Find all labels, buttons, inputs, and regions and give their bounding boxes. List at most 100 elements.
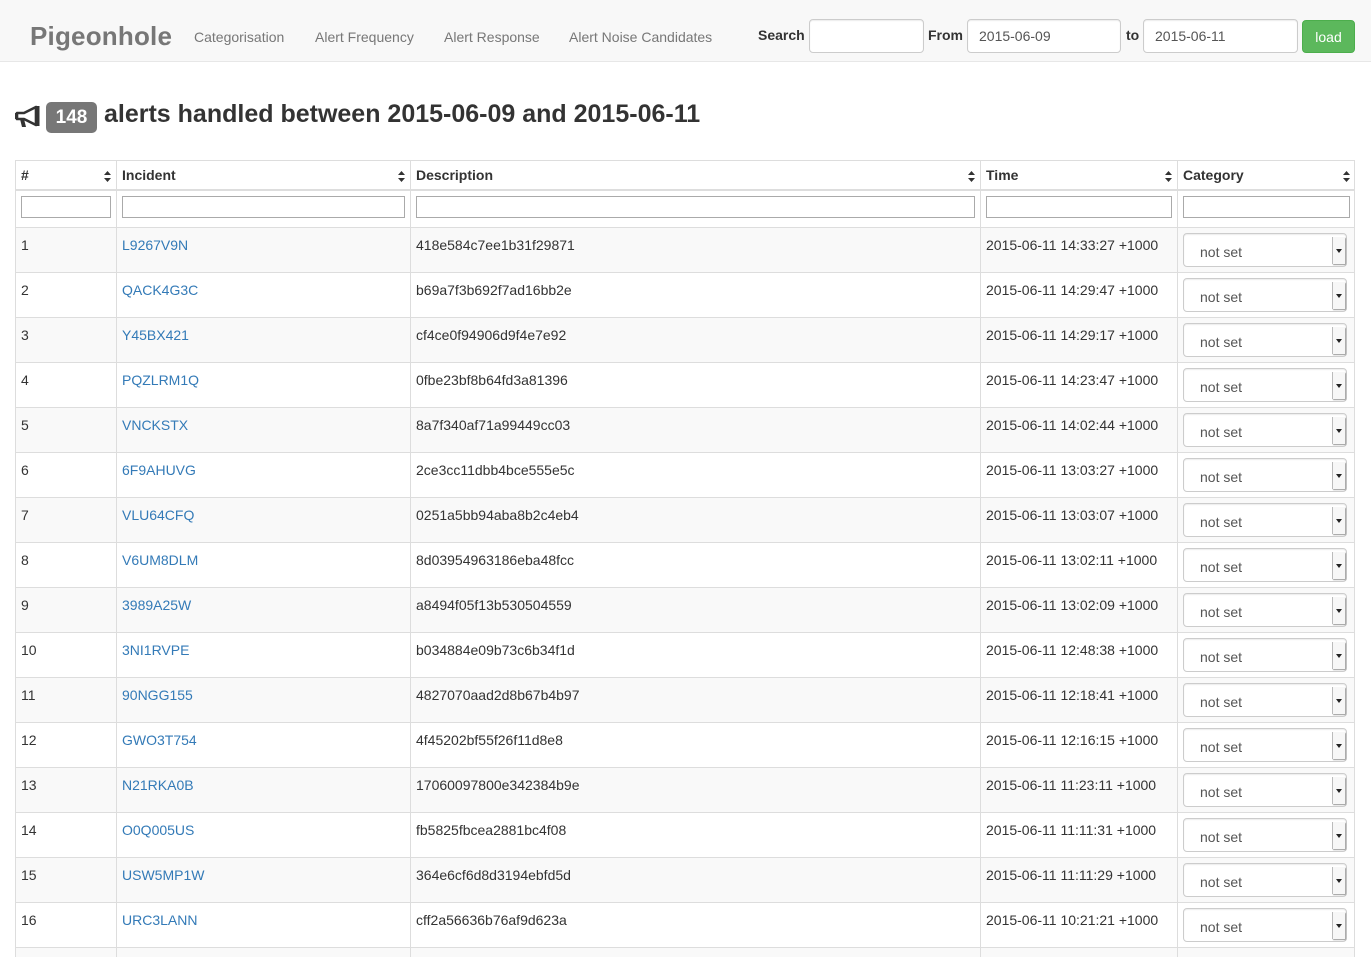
load-button[interactable]: load (1302, 20, 1355, 53)
incident-cell: PQZLRM1Q (117, 363, 411, 408)
from-date-input[interactable] (967, 19, 1121, 53)
category-select[interactable]: not set (1183, 638, 1347, 672)
column-header-label: Category (1183, 167, 1244, 183)
column-header-incident[interactable]: Incident (117, 161, 411, 191)
sort-icon (1165, 171, 1172, 182)
filter-incident-input[interactable] (122, 196, 405, 218)
navbar: Pigeonhole Categorisation Alert Frequenc… (0, 0, 1371, 62)
to-date-input[interactable] (1143, 19, 1298, 53)
row-number: 1 (16, 228, 117, 273)
category-select[interactable]: not set (1183, 323, 1347, 357)
incident-link[interactable]: PQZLRM1Q (122, 372, 199, 388)
description-cell: b034884e09b73c6b34f1d (411, 633, 981, 678)
column-header-label: # (21, 167, 29, 183)
incident-link[interactable]: Y45BX421 (122, 327, 189, 343)
column-header-description[interactable]: Description (411, 161, 981, 191)
description-cell (411, 948, 981, 957)
row-number: 4 (16, 363, 117, 408)
page-title: alerts handled between 2015-06-09 and 20… (104, 100, 701, 128)
category-cell: not set (1178, 408, 1354, 453)
row-number: 6 (16, 453, 117, 498)
category-select[interactable]: not set (1183, 278, 1347, 312)
row-number: 15 (16, 858, 117, 903)
category-select-value: not set (1200, 604, 1243, 620)
chevron-down-icon (1332, 417, 1345, 444)
category-select-value: not set (1200, 559, 1243, 575)
incident-link[interactable]: 3NI1RVPE (122, 642, 189, 658)
nav-link-alert-response[interactable]: Alert Response (444, 29, 540, 45)
incident-link[interactable]: GWO3T754 (122, 732, 197, 748)
incident-link[interactable]: 90NGG155 (122, 687, 193, 703)
table-row: 6 6F9AHUVG 2ce3cc11dbb4bce555e5c 2015-06-11… (16, 452, 1354, 498)
table-row: 14 O0Q005US fb5825fbcea2881bc4f08 2015-06-1… (16, 812, 1354, 858)
time-cell (981, 948, 1178, 957)
category-select[interactable]: not set (1183, 818, 1347, 852)
row-number (16, 948, 117, 957)
category-select[interactable]: not set (1183, 413, 1347, 447)
filter-cell (981, 191, 1178, 227)
category-cell: not set (1178, 858, 1354, 903)
category-select[interactable]: not set (1183, 773, 1347, 807)
incident-link[interactable]: URC3LANN (122, 912, 197, 928)
nav-link-categorisation[interactable]: Categorisation (194, 29, 284, 45)
table-row: 16 URC3LANN cff2a56636b76af9d623a 2015-06-1… (16, 902, 1354, 948)
incident-link[interactable]: V6UM8DLM (122, 552, 198, 568)
incident-link[interactable]: L9267V9N (122, 237, 188, 253)
incident-link[interactable]: USW5MP1W (122, 867, 204, 883)
incident-link[interactable]: O0Q005US (122, 822, 194, 838)
chevron-down-icon (1332, 237, 1345, 264)
category-select-value: not set (1200, 244, 1243, 260)
category-select[interactable]: not set (1183, 548, 1347, 582)
incident-link[interactable]: VLU64CFQ (122, 507, 194, 523)
incident-link[interactable]: 6F9AHUVG (122, 462, 196, 478)
column-header-category[interactable]: Category (1178, 161, 1354, 191)
category-select[interactable]: not set (1183, 233, 1347, 267)
table-row: 4 PQZLRM1Q 0fbe23bf8b64fd3a81396 2015-06-11… (16, 362, 1354, 408)
category-select-value: not set (1200, 334, 1243, 350)
filter-category-input[interactable] (1183, 196, 1350, 218)
category-select-value: not set (1200, 739, 1243, 755)
category-select-value: not set (1200, 289, 1243, 305)
row-number: 3 (16, 318, 117, 363)
time-cell: 2015-06-11 12:48:38 +1000 (981, 633, 1178, 678)
nav-link-alert-frequency[interactable]: Alert Frequency (315, 29, 414, 45)
category-select[interactable]: not set (1183, 683, 1347, 717)
description-cell: 0fbe23bf8b64fd3a81396 (411, 363, 981, 408)
brand-logo[interactable]: Pigeonhole (30, 21, 172, 52)
sort-icon (968, 171, 975, 182)
category-select[interactable]: not set (1183, 593, 1347, 627)
category-select[interactable]: not set (1183, 728, 1347, 762)
category-cell: not set (1178, 723, 1354, 768)
description-cell: a8494f05f13b530504559 (411, 588, 981, 633)
incident-cell: Y45BX421 (117, 318, 411, 363)
row-number: 11 (16, 678, 117, 723)
incident-link[interactable]: N21RKA0B (122, 777, 194, 793)
category-cell: not set (1178, 813, 1354, 858)
incident-cell: L9267V9N (117, 228, 411, 273)
from-label: From (928, 27, 963, 43)
search-input[interactable] (809, 19, 924, 53)
category-select[interactable]: not set (1183, 368, 1347, 402)
column-header-number[interactable]: # (16, 161, 117, 191)
category-select[interactable]: not set (1183, 863, 1347, 897)
description-cell: 8d03954963186eba48fcc (411, 543, 981, 588)
category-select[interactable]: not set (1183, 458, 1347, 492)
description-cell: 2ce3cc11dbb4bce555e5c (411, 453, 981, 498)
time-cell: 2015-06-11 14:29:17 +1000 (981, 318, 1178, 363)
category-select[interactable]: not set (1183, 503, 1347, 537)
filter-description-input[interactable] (416, 196, 975, 218)
incident-link[interactable]: 3989A25W (122, 597, 191, 613)
column-header-label: Time (986, 167, 1019, 183)
filter-cell (411, 191, 981, 227)
time-cell: 2015-06-11 14:29:47 +1000 (981, 273, 1178, 318)
time-cell: 2015-06-11 11:11:31 +1000 (981, 813, 1178, 858)
table-header: # Incident Description Time Category (16, 161, 1354, 191)
column-header-time[interactable]: Time (981, 161, 1178, 191)
filter-time-input[interactable] (986, 196, 1172, 218)
time-cell: 2015-06-11 14:02:44 +1000 (981, 408, 1178, 453)
filter-number-input[interactable] (21, 196, 111, 218)
incident-link[interactable]: QACK4G3C (122, 282, 198, 298)
category-select[interactable]: not set (1183, 908, 1347, 942)
nav-link-alert-noise-candidates[interactable]: Alert Noise Candidates (569, 29, 712, 45)
incident-link[interactable]: VNCKSTX (122, 417, 188, 433)
